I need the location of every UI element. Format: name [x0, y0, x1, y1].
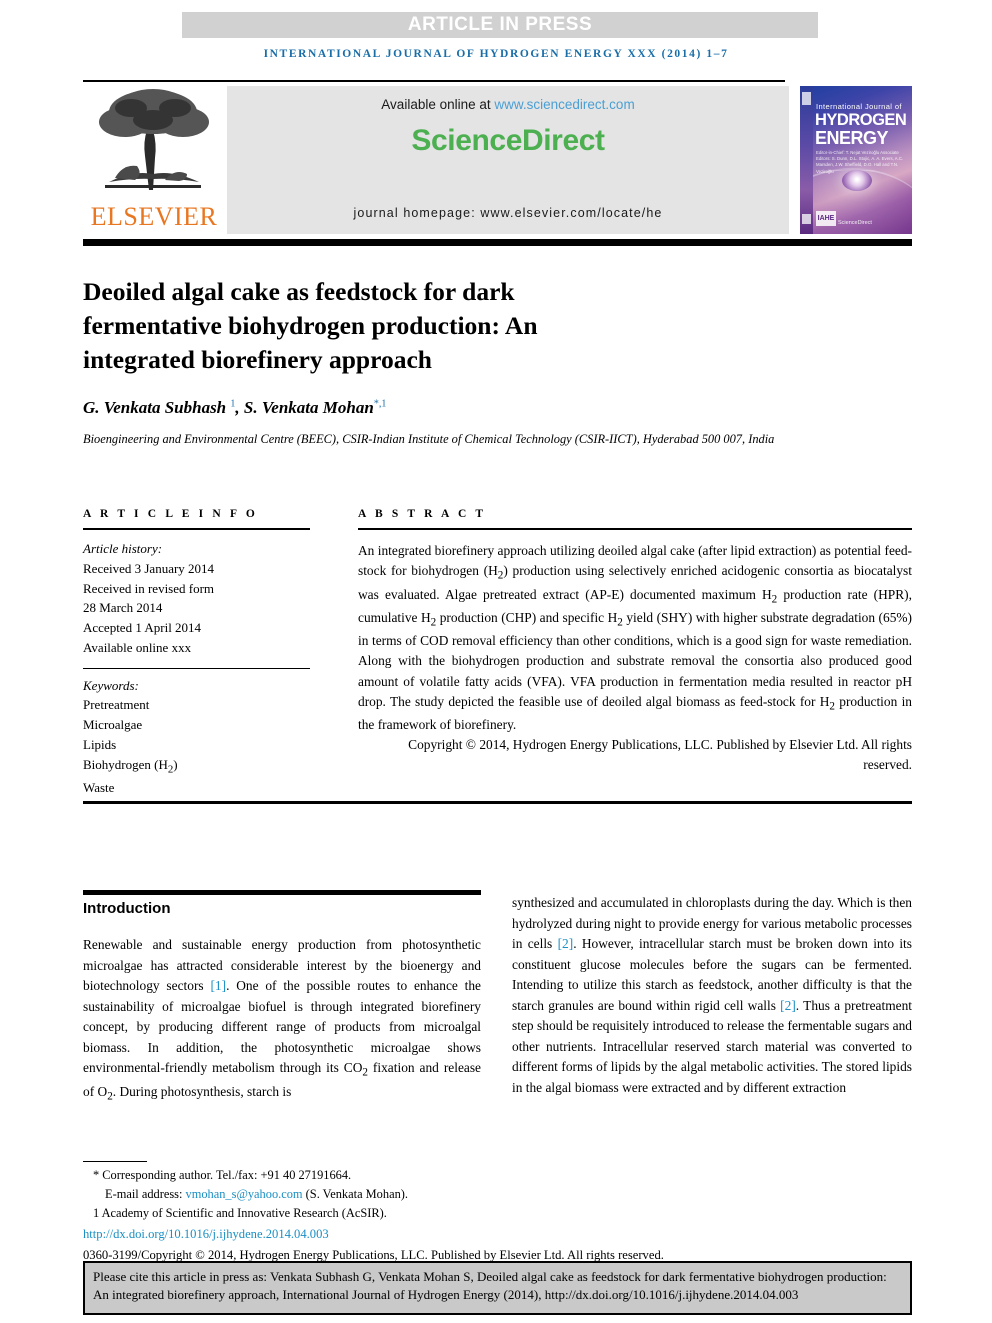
- sciencedirect-logo: ScienceDirect: [227, 124, 789, 158]
- body-column-right: synthesized and accumulated in chloropla…: [512, 893, 912, 1098]
- abstract-body: An integrated biorefinery approach utili…: [358, 543, 913, 733]
- affiliation: Bioengineering and Environmental Centre …: [83, 432, 775, 446]
- email-note: E-mail address: vmohan_s@yahoo.com (S. V…: [83, 1185, 912, 1204]
- available-online-line: Available online at www.sciencedirect.co…: [227, 97, 789, 112]
- cover-editors: Editor-in-Chief: T. Nejat Veziroğlu Asso…: [816, 150, 904, 174]
- cover-logo-bottom-icon: [802, 214, 811, 224]
- introduction-heading: Introduction: [83, 900, 171, 917]
- keywords-label: Keywords:: [83, 677, 139, 693]
- masthead-top-rule: [83, 80, 785, 82]
- elsevier-wordmark: ELSEVIER: [90, 202, 218, 231]
- sciencedirect-box: Available online at www.sciencedirect.co…: [227, 86, 789, 234]
- cover-spine: [800, 86, 813, 234]
- available-online-prefix: Available online at: [381, 97, 495, 112]
- doi-link[interactable]: http://dx.doi.org/10.1016/j.ijhydene.201…: [83, 1223, 912, 1244]
- page-title: Deoiled algal cake as feedstock for dark…: [83, 277, 538, 375]
- article-info-heading: A R T I C L E I N F O: [83, 508, 258, 520]
- abstract-column: A B S T R A C T An integrated biorefiner…: [358, 508, 912, 775]
- journal-homepage-line[interactable]: journal homepage: www.elsevier.com/locat…: [227, 206, 789, 220]
- cite-this-article-text: Please cite this article in press as: Ve…: [93, 1269, 887, 1303]
- journal-cover-image: International Journal of HYDROGEN ENERGY…: [800, 86, 912, 234]
- cover-subtitle: International Journal of: [816, 102, 902, 111]
- sciencedirect-logo-part-a: Science: [411, 124, 522, 157]
- title-top-rule: [83, 239, 912, 246]
- article-in-press-banner: ARTICLE IN PRESS: [182, 12, 818, 38]
- history-item: Received 3 January 2014: [83, 560, 215, 576]
- cover-iahe-badge: IAHE: [816, 211, 836, 226]
- cover-title-line2: ENERGY: [815, 128, 889, 148]
- email-suffix: (S. Venkata Mohan).: [302, 1186, 408, 1201]
- journal-running-head: INTERNATIONAL JOURNAL OF HYDROGEN ENERGY…: [263, 48, 729, 60]
- elsevier-logo: ELSEVIER: [83, 84, 223, 236]
- footnotes-block: * Corresponding author. Tel./fax: +91 40…: [83, 1166, 912, 1265]
- history-item: Received in revised form: [83, 580, 215, 596]
- academy-note: 1 Academy of Scientific and Innovative R…: [93, 1205, 387, 1220]
- introduction-top-rule: [83, 890, 481, 895]
- keywords-rule: [83, 667, 310, 669]
- article-info-column: A R T I C L E I N F O Article history: R…: [83, 508, 310, 797]
- article-history-block: Article history: Received 3 January 2014…: [83, 539, 310, 658]
- introduction-paragraph-left: Renewable and sustainable energy product…: [83, 937, 482, 1103]
- article-in-press-label: ARTICLE IN PRESS: [407, 14, 593, 35]
- elsevier-tree-icon: [99, 89, 209, 190]
- article-history-label: Article history:: [83, 541, 163, 556]
- keywords-block: Keywords: Pretreatment Microalgae Lipids Bi…: [83, 676, 310, 798]
- email-link[interactable]: vmohan_s@yahoo.com: [186, 1187, 303, 1201]
- cover-logo-top-icon: [802, 92, 811, 105]
- abstract-heading: A B S T R A C T: [358, 508, 487, 520]
- body-column-left: Introduction Renewable and sustainable e…: [83, 900, 481, 1106]
- history-item: 28 March 2014: [83, 600, 163, 616]
- corresponding-author-note: * Corresponding author. Tel./fax: +91 40…: [93, 1168, 352, 1182]
- footnote-separator-rule: [83, 1161, 147, 1162]
- email-label: E-mail address:: [105, 1186, 186, 1201]
- author-list: G. Venkata Subhash 1, S. Venkata Mohan*,…: [83, 398, 387, 417]
- introduction-paragraph-right: synthesized and accumulated in chloropla…: [512, 895, 912, 1095]
- masthead: ELSEVIER Available online at www.science…: [83, 84, 912, 236]
- abstract-bottom-rule: [83, 801, 912, 804]
- cite-this-article-box: Please cite this article in press as: Ve…: [83, 1261, 912, 1315]
- cover-sciencedirect-mark: ScienceDirect: [838, 220, 872, 226]
- sciencedirect-logo-part-b: Direct: [521, 124, 605, 157]
- history-item: Accepted 1 April 2014: [83, 620, 202, 635]
- keywords-list: Pretreatment Microalgae Lipids Biohydrogen …: [83, 697, 178, 795]
- abstract-rule: [358, 528, 912, 530]
- history-item: Available online xxx: [83, 639, 192, 655]
- sciencedirect-url-link[interactable]: www.sciencedirect.com: [494, 97, 634, 112]
- abstract-copyright: Copyright © 2014, Hydrogen Energy Public…: [408, 737, 912, 773]
- article-info-rule: [83, 528, 310, 530]
- cover-title-line1: HYDROGEN: [815, 111, 907, 129]
